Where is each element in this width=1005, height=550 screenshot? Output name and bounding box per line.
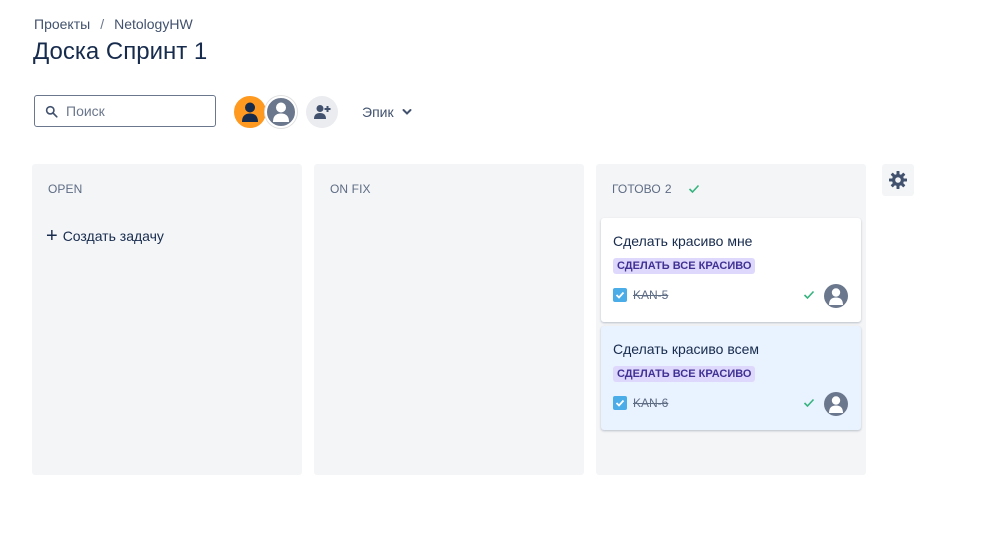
issue-card[interactable]: Сделать красиво мне СДЕЛАТЬ ВСЕ КРАСИВО … bbox=[601, 218, 861, 322]
board-settings-button[interactable] bbox=[882, 164, 914, 196]
create-issue-button[interactable]: + Создать задачу bbox=[46, 225, 164, 247]
create-issue-label: Создать задачу bbox=[62, 228, 164, 244]
assignee-avatar[interactable] bbox=[824, 284, 848, 308]
search-box[interactable] bbox=[34, 95, 216, 127]
issue-footer: KAN-5 bbox=[613, 288, 668, 302]
user-avatar-icon bbox=[829, 396, 843, 413]
column-header: ГОТОВО 2 bbox=[612, 182, 700, 196]
check-icon bbox=[803, 398, 815, 408]
issue-title: Сделать красиво мне bbox=[613, 233, 753, 249]
assignee-avatar[interactable] bbox=[824, 392, 848, 416]
search-icon bbox=[45, 105, 58, 118]
issue-footer: KAN-6 bbox=[613, 396, 668, 410]
user-avatar-icon bbox=[829, 288, 843, 305]
task-checkbox-icon bbox=[613, 396, 627, 410]
user-avatar-orange[interactable] bbox=[234, 96, 266, 128]
search-input[interactable] bbox=[64, 102, 208, 120]
chevron-down-icon bbox=[402, 109, 412, 115]
breadcrumb-project-link[interactable]: NetologyHW bbox=[114, 16, 193, 32]
board-column-on-fix: ON FIX bbox=[314, 164, 584, 475]
page-title: Доска Спринт 1 bbox=[33, 38, 208, 65]
issue-key[interactable]: KAN-5 bbox=[633, 288, 668, 302]
plus-icon: + bbox=[46, 225, 58, 247]
user-avatar-gray[interactable] bbox=[265, 96, 297, 128]
breadcrumb: Проекты / NetologyHW bbox=[34, 16, 193, 32]
breadcrumb-separator: / bbox=[100, 16, 105, 32]
epic-filter-label: Эпик bbox=[362, 104, 394, 120]
epic-lozenge: СДЕЛАТЬ ВСЕ КРАСИВО bbox=[613, 258, 756, 274]
breadcrumb-projects-link[interactable]: Проекты bbox=[34, 16, 90, 32]
epic-lozenge: СДЕЛАТЬ ВСЕ КРАСИВО bbox=[613, 366, 756, 382]
column-title: OPEN bbox=[48, 182, 83, 196]
issue-title: Сделать красиво всем bbox=[613, 341, 760, 357]
task-checkbox-icon bbox=[613, 288, 627, 302]
column-title: ГОТОВО bbox=[612, 182, 661, 196]
issue-card-selected[interactable]: Сделать красиво всем СДЕЛАТЬ ВСЕ КРАСИВО… bbox=[601, 326, 861, 430]
epic-filter-dropdown[interactable]: Эпик bbox=[354, 100, 420, 124]
column-issue-count: 2 bbox=[664, 182, 672, 196]
user-avatar-icon bbox=[242, 102, 258, 122]
add-people-icon bbox=[314, 105, 331, 119]
column-header: OPEN bbox=[48, 182, 82, 196]
user-avatar-icon bbox=[273, 102, 289, 122]
add-people-button[interactable] bbox=[306, 96, 338, 128]
column-title: ON FIX bbox=[330, 182, 371, 196]
board-column-done: ГОТОВО 2 Сделать красиво мне СДЕЛАТЬ ВСЕ… bbox=[596, 164, 866, 475]
board-column-open: OPEN + Создать задачу bbox=[32, 164, 302, 475]
issue-key[interactable]: KAN-6 bbox=[633, 396, 668, 410]
column-header: ON FIX bbox=[330, 182, 371, 196]
check-icon bbox=[688, 184, 699, 194]
check-icon bbox=[803, 290, 815, 300]
gear-icon bbox=[889, 171, 907, 189]
